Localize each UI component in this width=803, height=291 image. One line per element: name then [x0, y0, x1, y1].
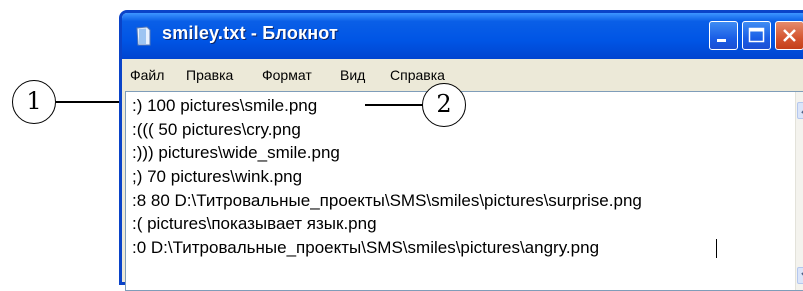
menu-help[interactable]: Справка [390, 67, 445, 83]
scroll-up-arrow-icon [801, 110, 803, 114]
callout-1-leader [56, 101, 126, 103]
menu-view[interactable]: Вид [340, 67, 365, 83]
notepad-window: smiley.txt - Блокнот Файл Правка Формат … [119, 10, 803, 291]
maximize-icon [748, 27, 765, 43]
menu-edit[interactable]: Правка [186, 67, 233, 83]
title-bar[interactable]: smiley.txt - Блокнот [122, 13, 803, 59]
minimize-button[interactable] [709, 21, 738, 50]
menu-bar: Файл Правка Формат Вид Справка [122, 59, 803, 91]
text-line: :) 100 pictures\smile.png [132, 96, 318, 115]
text-line: :((( 50 pictures\cry.png [132, 120, 301, 139]
callout-1: 1 [12, 80, 56, 124]
menu-format[interactable]: Формат [262, 67, 312, 83]
close-icon [783, 29, 796, 42]
scroll-up-button[interactable] [797, 102, 803, 119]
text-line: :))) pictures\wide_smile.png [132, 143, 340, 162]
scroll-down-button[interactable] [797, 267, 803, 284]
window-title: smiley.txt - Блокнот [162, 23, 339, 43]
text-caret [716, 239, 717, 258]
notepad-icon [136, 26, 151, 46]
close-button[interactable] [775, 21, 803, 50]
callout-2-leader [365, 104, 423, 106]
text-line: :8 80 D:\Титровальные_проекты\SMS\smiles… [132, 191, 642, 210]
minimize-icon [717, 39, 726, 42]
text-line: :0 D:\Титровальные_проекты\SMS\smiles\pi… [132, 238, 600, 257]
text-line: ;) 70 pictures\wink.png [132, 167, 303, 186]
maximize-button[interactable] [742, 21, 771, 50]
vertical-scrollbar[interactable] [795, 92, 803, 290]
scroll-down-arrow-icon [801, 272, 803, 276]
callout-2: 2 [422, 83, 466, 127]
text-editor[interactable]: :) 100 pictures\smile.png :((( 50 pictur… [125, 91, 803, 291]
text-line: :( pictures\показывает язык.png [132, 214, 377, 233]
menu-file[interactable]: Файл [130, 67, 164, 83]
